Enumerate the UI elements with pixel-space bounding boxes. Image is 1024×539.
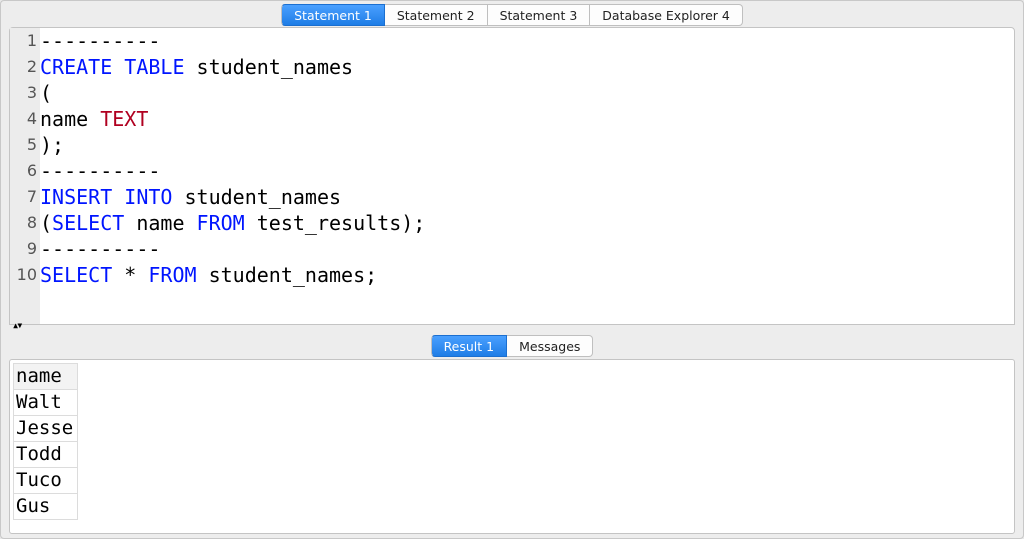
code-line[interactable]: INSERT INTO student_names — [40, 184, 1014, 210]
sql-editor-pane: 12345678910 ----------CREATE TABLE stude… — [9, 27, 1015, 325]
token-txt: ---------- — [40, 29, 160, 53]
tab-statement-3[interactable]: Statement 3 — [488, 4, 591, 26]
tab-statement-2[interactable]: Statement 2 — [385, 4, 488, 26]
code-line[interactable]: CREATE TABLE student_names — [40, 54, 1014, 80]
cell[interactable]: Todd — [14, 442, 78, 468]
line-number: 3 — [10, 80, 37, 106]
line-number: 1 — [10, 28, 37, 54]
token-kw: FROM — [148, 263, 196, 287]
result-pane: nameWaltJesseToddTucoGus — [9, 359, 1015, 534]
tab-statement-1[interactable]: Statement 1 — [281, 4, 385, 26]
line-number: 8 — [10, 210, 37, 236]
table-row[interactable]: Tuco — [14, 468, 78, 494]
code-line[interactable]: ---------- — [40, 28, 1014, 54]
token-txt: student_names — [172, 185, 341, 209]
table-row[interactable]: Gus — [14, 494, 78, 520]
sql-editor[interactable]: 12345678910 ----------CREATE TABLE stude… — [10, 28, 1014, 324]
result-tabbar: Result 1Messages — [1, 335, 1023, 359]
cell[interactable]: Gus — [14, 494, 78, 520]
tab-statement-4[interactable]: Database Explorer 4 — [590, 4, 743, 26]
token-txt: name — [40, 107, 100, 131]
token-txt: ---------- — [40, 237, 160, 261]
code-line[interactable]: ( — [40, 80, 1014, 106]
cell[interactable]: Tuco — [14, 468, 78, 494]
statement-tabbar: Statement 1Statement 2Statement 3Databas… — [1, 1, 1023, 27]
token-txt: student_names; — [197, 263, 378, 287]
code-line[interactable]: ---------- — [40, 158, 1014, 184]
line-number: 10 — [10, 262, 37, 288]
code-line[interactable]: ); — [40, 132, 1014, 158]
horizontal-splitter[interactable]: ▴▾ — [9, 325, 1015, 335]
token-txt: test_results); — [245, 211, 426, 235]
line-number: 7 — [10, 184, 37, 210]
token-txt: student_names — [185, 55, 354, 79]
table-row[interactable]: Walt — [14, 390, 78, 416]
token-txt — [112, 185, 124, 209]
line-number-gutter: 12345678910 — [10, 28, 40, 324]
token-kw: INSERT — [40, 185, 112, 209]
token-kw: CREATE — [40, 55, 112, 79]
line-number: 6 — [10, 158, 37, 184]
line-number: 5 — [10, 132, 37, 158]
token-txt: ---------- — [40, 159, 160, 183]
token-kw: TABLE — [124, 55, 184, 79]
token-kw: FROM — [197, 211, 245, 235]
statement-tabgroup: Statement 1Statement 2Statement 3Databas… — [281, 4, 743, 26]
code-line[interactable]: SELECT * FROM student_names; — [40, 262, 1014, 288]
column-header[interactable]: name — [14, 364, 78, 390]
code-line[interactable]: (SELECT name FROM test_results); — [40, 210, 1014, 236]
code-line[interactable]: ---------- — [40, 236, 1014, 262]
cell[interactable]: Walt — [14, 390, 78, 416]
code-area[interactable]: ----------CREATE TABLE student_names(nam… — [40, 28, 1014, 324]
code-line[interactable]: name TEXT — [40, 106, 1014, 132]
tab-result-1[interactable]: Result 1 — [431, 335, 508, 357]
table-row[interactable]: Jesse — [14, 416, 78, 442]
token-txt — [112, 55, 124, 79]
table-row[interactable]: Todd — [14, 442, 78, 468]
token-txt: name — [124, 211, 196, 235]
token-txt: ( — [40, 211, 52, 235]
sql-tool-window: Statement 1Statement 2Statement 3Databas… — [0, 0, 1024, 539]
token-kw: SELECT — [52, 211, 124, 235]
token-kw: INTO — [124, 185, 172, 209]
token-txt: * — [112, 263, 148, 287]
token-type: TEXT — [100, 107, 148, 131]
splitter-handle-icon: ▴▾ — [12, 321, 20, 329]
header-row: name — [14, 364, 78, 390]
cell[interactable]: Jesse — [14, 416, 78, 442]
line-number: 2 — [10, 54, 37, 80]
token-txt: ( — [40, 81, 52, 105]
result-tabgroup: Result 1Messages — [431, 335, 594, 357]
result-grid[interactable]: nameWaltJesseToddTucoGus — [13, 363, 78, 520]
line-number: 4 — [10, 106, 37, 132]
token-kw: SELECT — [40, 263, 112, 287]
token-txt: ); — [40, 133, 64, 157]
tab-result-2[interactable]: Messages — [507, 335, 593, 357]
line-number: 9 — [10, 236, 37, 262]
